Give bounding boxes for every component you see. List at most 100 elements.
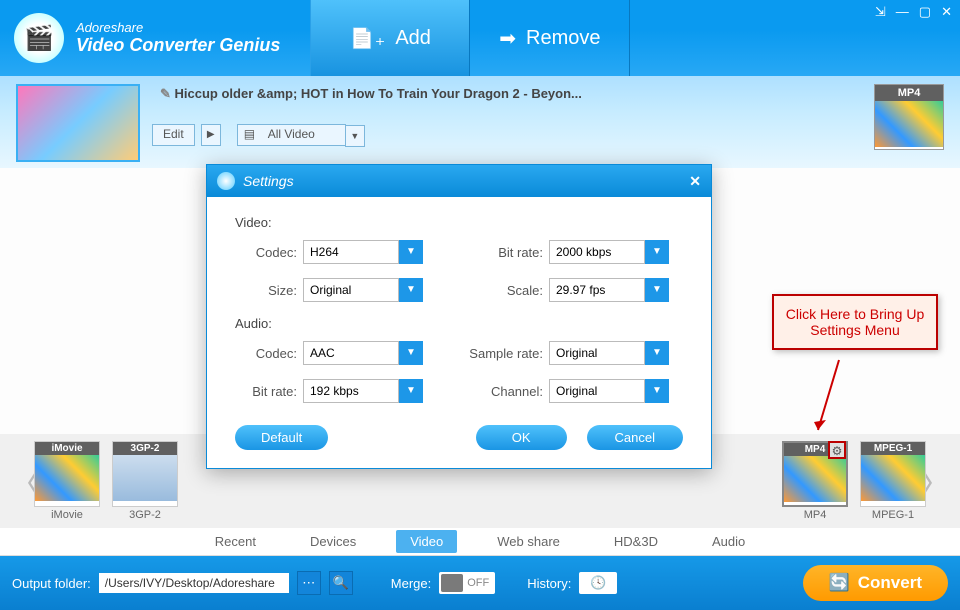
dialog-logo-icon [217, 172, 235, 190]
audio-codec-field: Codec: ▼ [235, 341, 423, 365]
open-folder-button[interactable]: 🔍 [329, 571, 353, 595]
audio-channel-field: Channel: ▼ [453, 379, 669, 403]
cancel-button[interactable]: Cancel [587, 425, 683, 450]
clip-title[interactable]: Hiccup older &amp; HOT in How To Train Y… [160, 86, 582, 102]
add-icon: 📄₊ [350, 26, 385, 51]
gear-icon[interactable]: ⚙ [828, 441, 846, 459]
audio-sample-input[interactable] [549, 341, 645, 365]
brand-name: Adoreshare [76, 20, 280, 35]
format-caption: iMovie [30, 509, 104, 521]
dialog-titlebar[interactable]: Settings ✕ [207, 165, 711, 197]
tab-video[interactable]: Video [396, 530, 457, 553]
clip-edit-row: Edit ▶ All Video [152, 124, 346, 146]
scroll-right-icon[interactable]: 〉 [932, 451, 952, 511]
chevron-down-icon[interactable]: ▼ [645, 240, 669, 264]
maximize-icon[interactable]: ▢ [919, 4, 931, 20]
tab-hd3d[interactable]: HD&3D [600, 530, 672, 553]
format-box-label: MPEG-1 [861, 442, 925, 455]
convert-icon: 🔄 [829, 573, 850, 593]
audio-channel-label: Channel: [453, 384, 543, 399]
chevron-down-icon[interactable]: ▼ [399, 278, 423, 302]
video-scale-input[interactable] [549, 278, 645, 302]
video-size-input[interactable] [303, 278, 399, 302]
audio-bitrate-field: Bit rate: ▼ [235, 379, 423, 403]
tray-icon[interactable]: ⇲ [875, 4, 886, 20]
audio-codec-input[interactable] [303, 341, 399, 365]
tab-webshare[interactable]: Web share [483, 530, 574, 553]
chevron-down-icon[interactable]: ▼ [645, 379, 669, 403]
add-label: Add [395, 27, 431, 50]
clip-strip: Hiccup older &amp; HOT in How To Train Y… [0, 76, 960, 168]
format-item-mp4[interactable]: ⚙ MP4 MP4 [778, 441, 852, 521]
chevron-down-icon[interactable]: ▼ [645, 278, 669, 302]
format-tabs: Recent Devices Video Web share HD&3D Aud… [0, 528, 960, 556]
output-format-thumb[interactable]: MP4 [874, 84, 944, 150]
remove-icon: ➡ [499, 26, 516, 51]
audio-codec-label: Codec: [235, 346, 297, 361]
merge-state: OFF [467, 577, 489, 589]
chevron-down-icon[interactable]: ▼ [645, 341, 669, 365]
dialog-title: Settings [243, 173, 294, 189]
brand-block: Adoreshare Video Converter Genius [76, 20, 280, 56]
video-scale-field: Scale: ▼ [453, 278, 669, 302]
close-icon[interactable]: ✕ [941, 4, 952, 20]
audio-sample-field: Sample rate: ▼ [453, 341, 669, 365]
window-controls: ⇲ — ▢ ✕ [875, 4, 952, 20]
chevron-down-icon[interactable]: ▼ [399, 341, 423, 365]
remove-label: Remove [526, 27, 600, 50]
tutorial-arrow [814, 360, 844, 443]
format-caption: MP4 [778, 509, 852, 521]
video-scale-label: Scale: [453, 283, 543, 298]
history-button[interactable]: 🕓 [579, 572, 617, 594]
merge-toggle[interactable]: OFF [439, 572, 495, 594]
video-section-label: Video: [235, 215, 683, 230]
audio-channel-input[interactable] [549, 379, 645, 403]
tab-audio[interactable]: Audio [698, 530, 759, 553]
output-format-label: MP4 [875, 85, 943, 101]
chevron-down-icon[interactable]: ▼ [399, 240, 423, 264]
browse-button[interactable]: ⋯ [297, 571, 321, 595]
minimize-icon[interactable]: — [896, 4, 909, 20]
chevron-down-icon[interactable]: ▼ [399, 379, 423, 403]
dialog-body: Video: Codec: ▼ Bit rate: ▼ Size: ▼ Scal… [207, 197, 711, 468]
format-item-imovie[interactable]: iMovie iMovie [30, 441, 104, 521]
output-folder-path[interactable]: /Users/IVY/Desktop/Adoreshare [99, 573, 289, 593]
scroll-left-icon[interactable]: 〈 [8, 451, 28, 511]
format-box-pic [861, 455, 925, 501]
audio-bitrate-label: Bit rate: [235, 384, 297, 399]
audio-sample-label: Sample rate: [453, 346, 543, 361]
convert-button[interactable]: 🔄 Convert [803, 565, 948, 601]
add-button[interactable]: 📄₊ Add [310, 0, 470, 76]
format-caption: 3GP-2 [108, 509, 182, 521]
video-bitrate-label: Bit rate: [453, 245, 543, 260]
format-item-3gp2[interactable]: 3GP-2 3GP-2 [108, 441, 182, 521]
tutorial-callout: Click Here to Bring Up Settings Menu [772, 294, 938, 350]
format-box-label: iMovie [35, 442, 99, 455]
format-item-mpeg1[interactable]: MPEG-1 MPEG-1 [856, 441, 930, 521]
all-video-dropdown[interactable]: All Video [237, 124, 346, 146]
output-folder-label: Output folder: [12, 576, 91, 591]
bottom-bar: Output folder: /Users/IVY/Desktop/Adores… [0, 556, 960, 610]
output-format-pic [875, 101, 943, 147]
video-size-label: Size: [235, 283, 297, 298]
video-codec-input[interactable] [303, 240, 399, 264]
format-caption: MPEG-1 [856, 509, 930, 521]
video-codec-label: Codec: [235, 245, 297, 260]
edit-play-button[interactable]: ▶ [201, 124, 221, 146]
clip-thumbnail[interactable] [16, 84, 140, 162]
product-name: Video Converter Genius [76, 35, 280, 56]
edit-button[interactable]: Edit [152, 124, 195, 146]
dialog-close-icon[interactable]: ✕ [689, 173, 701, 190]
merge-label: Merge: [391, 576, 431, 591]
remove-button[interactable]: ➡ Remove [470, 0, 630, 76]
audio-bitrate-input[interactable] [303, 379, 399, 403]
dialog-buttons: Default OK Cancel [235, 425, 683, 450]
ok-button[interactable]: OK [476, 425, 567, 450]
tab-devices[interactable]: Devices [296, 530, 370, 553]
format-box-pic [113, 455, 177, 501]
tab-recent[interactable]: Recent [201, 530, 270, 553]
video-codec-field: Codec: ▼ [235, 240, 423, 264]
video-bitrate-input[interactable] [549, 240, 645, 264]
format-box-pic [784, 456, 846, 502]
default-button[interactable]: Default [235, 425, 328, 450]
